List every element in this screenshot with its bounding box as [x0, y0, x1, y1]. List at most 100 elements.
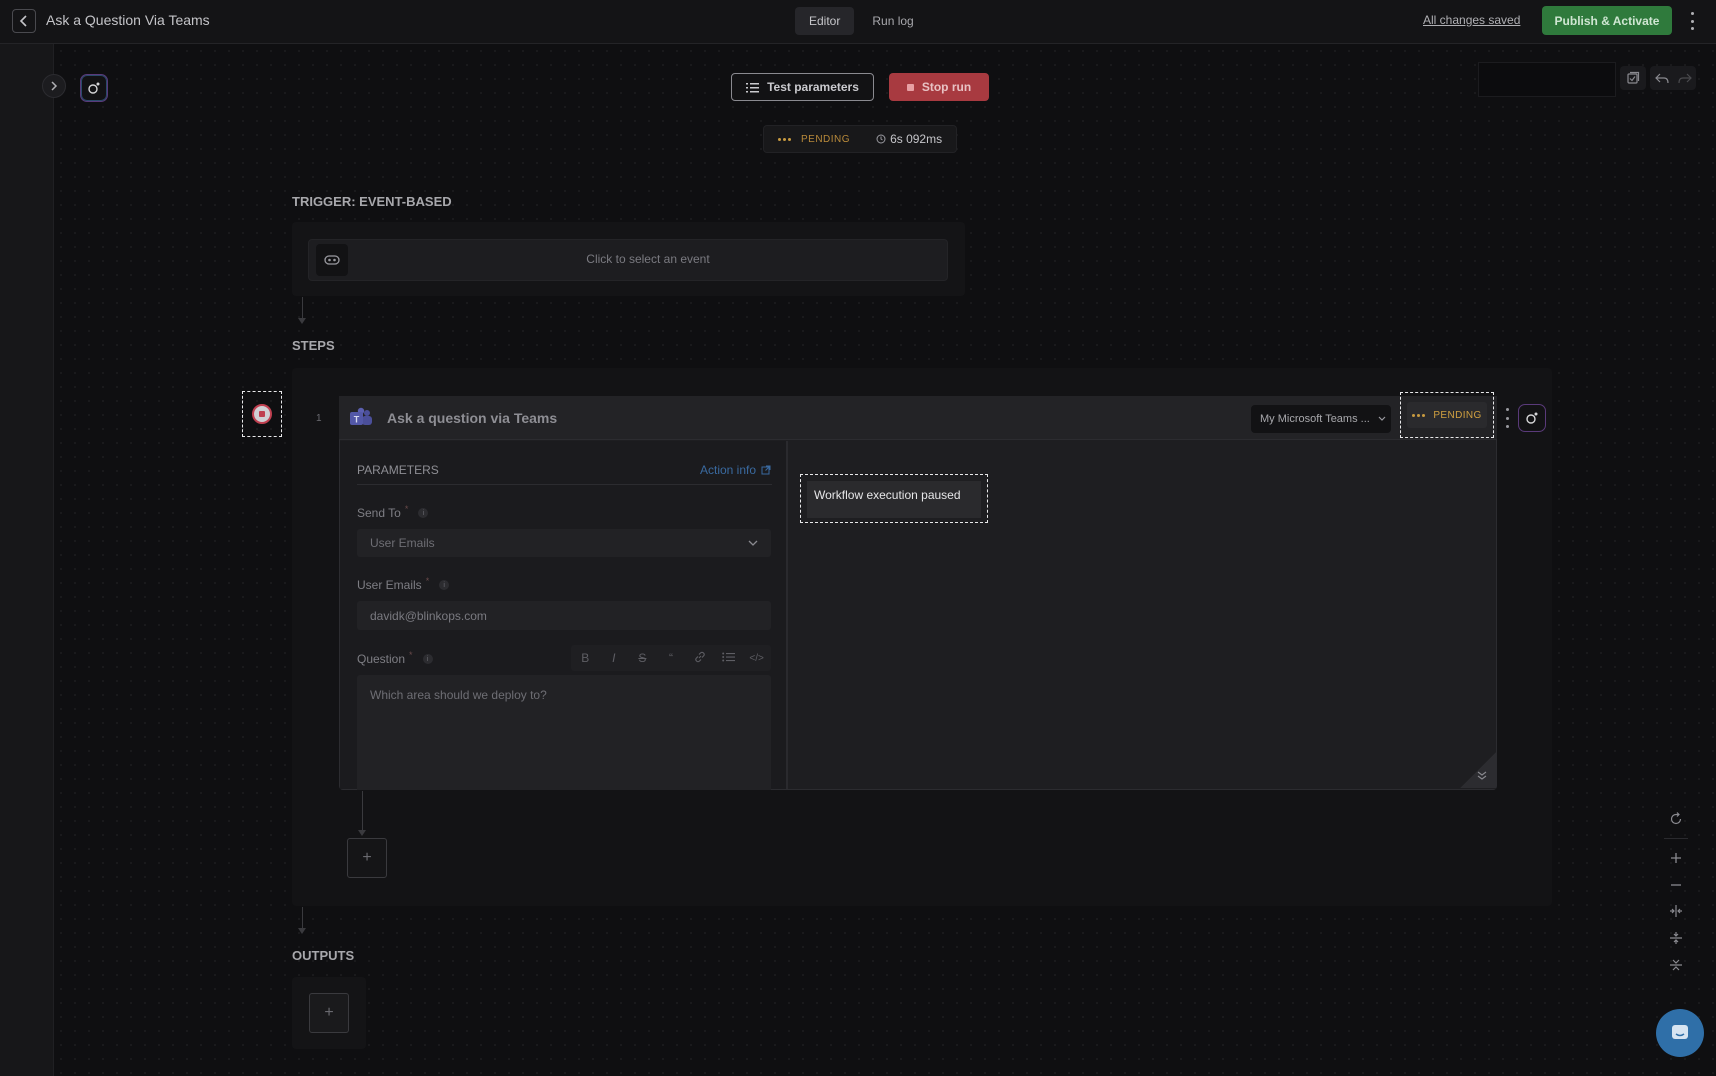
collapse-icon[interactable]: [1477, 770, 1487, 780]
fit-width-icon: [1670, 905, 1682, 918]
add-output-button[interactable]: +: [309, 993, 349, 1033]
ai-assistant-button[interactable]: [80, 74, 108, 102]
account-select-value: My Microsoft Teams ...: [1260, 413, 1370, 425]
collapse-all-icon: [1670, 959, 1682, 971]
fit-height-icon: [1670, 932, 1682, 945]
test-parameters-label: Test parameters: [767, 80, 859, 94]
page-title: Ask a Question Via Teams: [46, 12, 210, 28]
select-event-placeholder: Click to select an event: [586, 252, 710, 266]
step-status-highlight: PENDING: [1400, 392, 1494, 438]
external-link-icon: [761, 465, 771, 475]
chevron-down-icon: [1378, 416, 1386, 421]
zoom-out-button[interactable]: [1664, 874, 1688, 896]
rich-text-toolbar: B I S “ </>: [571, 645, 771, 671]
stop-run-label: Stop run: [921, 80, 972, 94]
step-stop-icon: [252, 404, 272, 424]
connector-line: [302, 907, 303, 929]
account-select[interactable]: My Microsoft Teams ...: [1251, 405, 1391, 433]
svg-text:T: T: [354, 415, 360, 425]
connector-arrow: [298, 318, 306, 324]
pending-dots-icon: [778, 137, 791, 141]
saved-status-link[interactable]: All changes saved: [1423, 13, 1520, 27]
teams-icon: T: [350, 407, 372, 425]
send-to-select[interactable]: User Emails: [357, 529, 771, 557]
publish-activate-button[interactable]: Publish & Activate: [1542, 6, 1672, 35]
stop-icon: [906, 83, 914, 91]
info-icon[interactable]: i: [422, 654, 433, 664]
bold-button[interactable]: B: [575, 651, 595, 665]
paused-note-highlight: Workflow execution paused: [800, 474, 988, 523]
left-rail: [0, 44, 54, 1076]
list-button[interactable]: [718, 651, 738, 665]
required-mark: *: [425, 576, 430, 586]
step-more-menu[interactable]: [1506, 408, 1510, 428]
question-textarea[interactable]: Which area should we deploy to?: [357, 675, 771, 790]
user-emails-input[interactable]: davidk@blinkops.com: [357, 601, 771, 630]
redo-icon[interactable]: [1677, 72, 1692, 84]
validate-button[interactable]: [1620, 66, 1646, 90]
chevron-down-icon: [748, 540, 758, 546]
required-mark: *: [404, 504, 409, 514]
step-status-text: PENDING: [1433, 409, 1482, 421]
chevron-right-icon: [51, 81, 58, 91]
more-dot: [1506, 425, 1509, 428]
add-step-button[interactable]: +: [347, 838, 387, 878]
quote-button[interactable]: “: [661, 651, 681, 665]
view-tabs: Editor Run log: [795, 7, 928, 35]
info-icon[interactable]: i: [418, 508, 429, 518]
action-info-link[interactable]: Action info: [700, 463, 771, 477]
expand-panel-button[interactable]: [42, 74, 66, 98]
reset-view-button[interactable]: [1664, 808, 1688, 830]
test-parameters-button[interactable]: Test parameters: [731, 73, 874, 101]
search-area[interactable]: [1478, 62, 1616, 97]
fit-height-button[interactable]: [1664, 927, 1688, 949]
chat-support-button[interactable]: [1656, 1009, 1704, 1057]
fit-width-button[interactable]: [1664, 900, 1688, 922]
send-to-label: Send To * i: [357, 504, 429, 520]
more-dot: [1506, 408, 1509, 411]
checklist-icon: [1627, 71, 1640, 84]
step-ai-button[interactable]: [1518, 404, 1546, 432]
pending-dots-icon: [1412, 413, 1426, 417]
link-icon: [694, 651, 705, 662]
tab-editor[interactable]: Editor: [795, 7, 855, 35]
back-icon: [19, 15, 27, 27]
more-dot: [1506, 416, 1509, 420]
undo-redo-group: [1650, 66, 1696, 90]
outputs-section-label: OUTPUTS: [292, 948, 355, 963]
more-dot: [1690, 19, 1694, 23]
list-icon: [746, 82, 760, 92]
info-icon[interactable]: i: [439, 580, 450, 590]
question-label: Question * i: [357, 650, 433, 666]
question-label-text: Question: [357, 652, 406, 666]
zoom-in-icon: [1671, 852, 1681, 863]
top-bar: Ask a Question Via Teams Editor Run log …: [0, 0, 1716, 44]
zoom-in-button[interactable]: [1664, 847, 1688, 869]
more-menu-button[interactable]: [1686, 10, 1698, 32]
run-status-text: PENDING: [801, 133, 851, 145]
workflow-paused-note: Workflow execution paused: [807, 481, 981, 518]
zoom-out-icon: [1671, 883, 1681, 886]
code-button[interactable]: </>: [747, 653, 767, 664]
link-button[interactable]: [690, 651, 710, 666]
run-duration: 6s 092ms: [876, 132, 942, 146]
bullet-list-icon: [721, 652, 735, 662]
undo-icon[interactable]: [1654, 72, 1669, 84]
user-emails-label: User Emails * i: [357, 576, 450, 592]
required-mark: *: [409, 650, 413, 660]
stop-run-button[interactable]: Stop run: [889, 73, 989, 101]
collapse-all-button[interactable]: [1664, 954, 1688, 976]
parameters-title: PARAMETERS: [357, 463, 439, 477]
back-button[interactable]: [12, 9, 36, 33]
strikethrough-button[interactable]: S: [632, 651, 652, 665]
send-to-label-text: Send To: [357, 506, 401, 520]
step-run-indicator[interactable]: [242, 391, 282, 437]
zoom-controls: [1662, 808, 1690, 976]
italic-button[interactable]: I: [604, 651, 624, 665]
tab-run-log[interactable]: Run log: [858, 7, 927, 35]
steps-section-label: STEPS: [292, 338, 335, 353]
trigger-section-label: TRIGGER: EVENT-BASED: [292, 194, 452, 209]
connector-line: [302, 297, 303, 319]
connector-arrow: [298, 928, 306, 934]
more-dot: [1690, 27, 1694, 30]
